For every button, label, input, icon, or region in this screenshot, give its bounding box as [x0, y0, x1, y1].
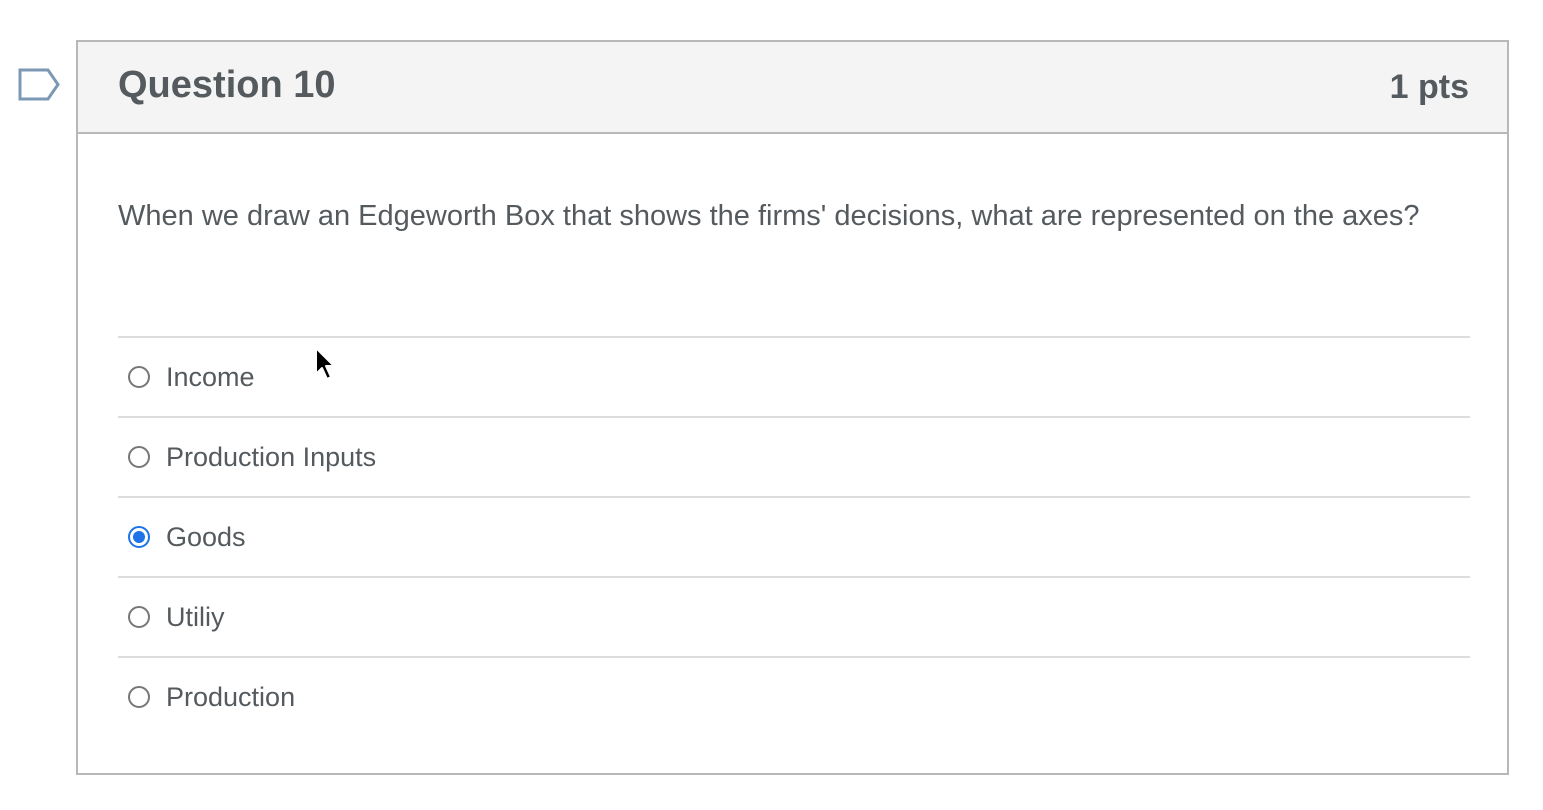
answer-label: Income [166, 361, 255, 392]
answer-option[interactable]: Goods [118, 496, 1470, 576]
question-title: Question 10 [118, 64, 336, 106]
answer-label: Production Inputs [166, 441, 377, 472]
question-header: Question 10 1 pts [78, 42, 1507, 134]
answer-option[interactable]: Production Inputs [118, 416, 1470, 496]
quiz-page: Question 10 1 pts When we draw an Edgewo… [0, 0, 1543, 810]
mouse-pointer-icon [315, 347, 335, 380]
radio-button[interactable] [128, 526, 150, 548]
answer-option[interactable]: Production [118, 656, 1470, 736]
radio-button[interactable] [128, 446, 150, 468]
flag-question-icon[interactable] [18, 68, 60, 101]
question-text: When we draw an Edgeworth Box that shows… [118, 200, 1420, 232]
question-body: When we draw an Edgeworth Box that shows… [118, 192, 1470, 240]
radio-button[interactable] [128, 686, 150, 708]
answer-label: Goods [166, 521, 246, 552]
answer-label: Utiliy [166, 601, 225, 632]
question-points: 1 pts [1389, 68, 1469, 106]
question-card: Question 10 1 pts When we draw an Edgewo… [76, 40, 1509, 775]
radio-button[interactable] [128, 366, 150, 388]
answer-list: Income Production Inputs Goods Utiliy Pr… [118, 336, 1470, 736]
answer-label: Production [166, 681, 296, 712]
answer-option[interactable]: Utiliy [118, 576, 1470, 656]
radio-button[interactable] [128, 606, 150, 628]
